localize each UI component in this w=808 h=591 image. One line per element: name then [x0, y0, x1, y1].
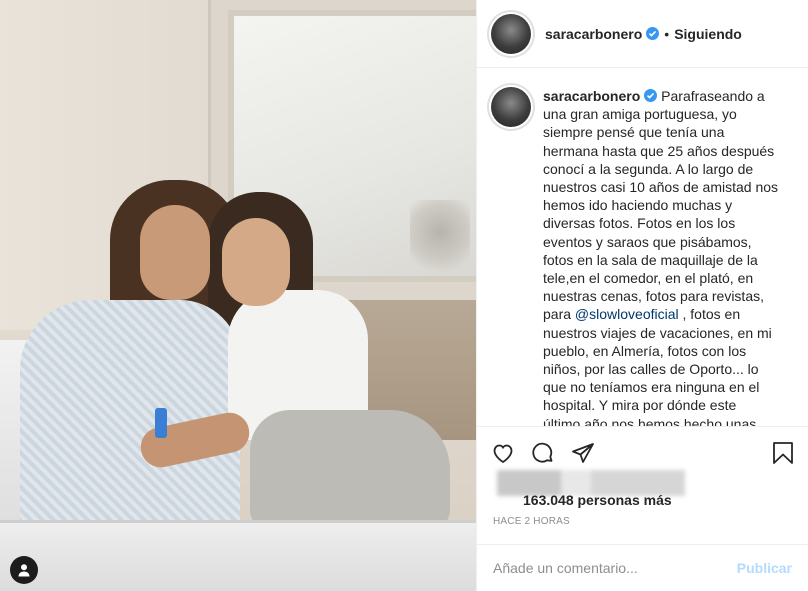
heart-icon [493, 444, 513, 463]
share-icon [572, 442, 594, 463]
caption-line: nuestros casi 10 años de amistad nos [543, 179, 779, 196]
photo-person-right-face [222, 218, 290, 306]
comment-input[interactable] [493, 560, 737, 576]
caption-line: último año nos hemos hecho unas [543, 415, 757, 426]
verified-badge-icon [646, 27, 660, 40]
caption-line: hospital. Y mira por dónde este [543, 397, 737, 414]
caption-username[interactable]: saracarbonero [543, 88, 640, 104]
caption-mention-suffix: , fotos en [678, 306, 741, 323]
verified-badge-icon [644, 89, 658, 102]
caption-line: fotos en la sala de maquillaje de la [543, 251, 758, 268]
header-username[interactable]: saracarbonero [545, 26, 642, 42]
photo-reflection [410, 200, 470, 280]
caption-line: Parafraseando a [661, 88, 765, 104]
user-tag-icon [18, 564, 30, 577]
photo-person-left-face [140, 205, 210, 300]
caption-mention-prefix: para [543, 306, 575, 323]
caption-mention-link[interactable]: @slowloveoficial [575, 306, 679, 322]
comment-button[interactable] [531, 433, 571, 473]
comment-bar: Publicar [477, 544, 808, 591]
bookmark-icon [773, 441, 793, 464]
header-separator: • [664, 25, 670, 42]
caption-line: una gran amiga portuguesa, yo [543, 106, 737, 123]
caption-line: hermana hasta que 25 años después [543, 142, 775, 159]
photo-bed-rail [0, 520, 476, 591]
photo-wristband [155, 408, 167, 438]
caption-line: que no teníamos era ninguna en el [543, 379, 760, 396]
share-button[interactable] [571, 433, 611, 473]
post-photo[interactable] [0, 0, 476, 591]
caption-line: siempre pensé que tenía una [543, 124, 725, 141]
caption-line: eventos y saraos que pisábamos, [543, 233, 752, 250]
caption-line: hemos ido haciendo muchas y [543, 197, 733, 214]
caption-line: tele,en el comedor, en el plató, en [543, 270, 754, 287]
caption-line: niños, por las calles de Oporto... lo [543, 361, 759, 378]
like-button[interactable] [491, 433, 531, 473]
following-button[interactable]: Siguiendo [674, 26, 742, 42]
likes-count[interactable]: 163.048 personas más [493, 492, 792, 508]
comment-icon [532, 442, 553, 463]
publish-button[interactable]: Publicar [737, 560, 792, 576]
caption-line: pueblo, en Almería, fotos con los [543, 342, 747, 359]
caption-line: diversas fotos. Fotos en los los [543, 215, 736, 232]
post-sidebar: saracarbonero • Siguiendo saracarbonero … [476, 0, 808, 591]
user-tag-button[interactable] [10, 556, 38, 584]
caption-avatar[interactable] [491, 87, 531, 127]
caption-area: saracarbonero Parafraseando a una gran a… [477, 69, 808, 426]
caption-line: nuestros viajes de vacaciones, en mi [543, 324, 772, 341]
caption-line: conocí a la segunda. A lo largo de [543, 160, 754, 177]
caption-line: nuestras cenas, fotos para revistas, [543, 288, 764, 305]
save-button[interactable] [754, 433, 794, 473]
post-time[interactable]: HACE 2 HORAS [493, 516, 570, 527]
photo-pants [250, 410, 450, 530]
post-header: saracarbonero • Siguiendo [477, 0, 808, 68]
caption-text: saracarbonero Parafraseando a una gran a… [543, 87, 783, 426]
header-avatar[interactable] [491, 13, 531, 54]
likes-section: 163.048 personas más [477, 470, 808, 512]
